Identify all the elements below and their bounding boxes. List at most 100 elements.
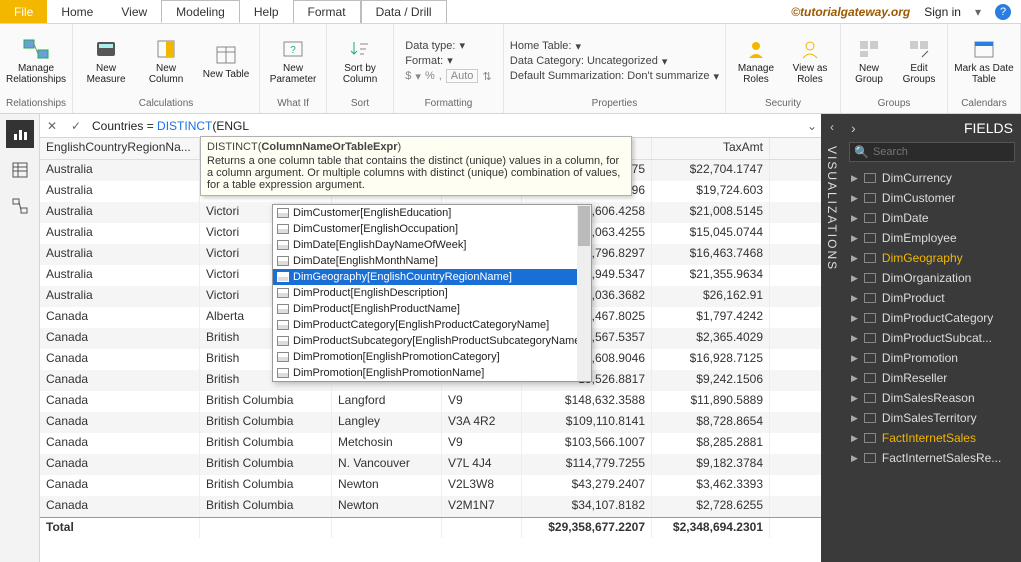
intellisense-item[interactable]: DimProduct[EnglishDescription]	[273, 285, 591, 301]
table-row[interactable]: CanadaBritish ColumbiaLangfordV9$148,632…	[40, 391, 821, 412]
field-item[interactable]: ▶DimSalesTerritory	[843, 408, 1021, 428]
roles-icon	[742, 37, 770, 61]
table-icon	[864, 453, 876, 463]
expand-icon: ▶	[851, 353, 858, 364]
field-item[interactable]: ▶DimCurrency	[843, 168, 1021, 188]
view-as-roles-button[interactable]: View as Roles	[786, 37, 834, 85]
fields-search[interactable]: 🔍	[849, 142, 1015, 162]
dropdown-icon[interactable]: ▾	[713, 70, 719, 83]
intellisense-item[interactable]: DimProductCategory[EnglishProductCategor…	[273, 317, 591, 333]
table-row[interactable]: CanadaBritish ColumbiaN. VancouverV7L 4J…	[40, 454, 821, 475]
tab-help[interactable]: Help	[240, 0, 293, 23]
scrollbar[interactable]	[577, 205, 591, 381]
intellisense-item[interactable]: DimProduct[EnglishProductName]	[273, 301, 591, 317]
sort-by-column-button[interactable]: Sort by Column	[333, 37, 387, 85]
field-item[interactable]: ▶DimSalesReason	[843, 388, 1021, 408]
table-icon	[864, 353, 876, 363]
file-menu[interactable]: File	[0, 0, 47, 23]
field-label: DimProductCategory	[882, 311, 993, 325]
field-item[interactable]: ▶DimOrganization	[843, 268, 1021, 288]
table-row[interactable]: CanadaBritish ColumbiaNewtonV2L3W8$43,27…	[40, 475, 821, 496]
intellisense-list[interactable]: DimCustomer[EnglishEducation]DimCustomer…	[272, 204, 592, 382]
field-item[interactable]: ▶DimReseller	[843, 368, 1021, 388]
dropdown-icon[interactable]: ▾	[975, 5, 981, 19]
field-item[interactable]: ▶DimCustomer	[843, 188, 1021, 208]
viz-label: VISUALIZATIONS	[825, 146, 839, 271]
collapse-fields-icon[interactable]: ›	[851, 120, 856, 136]
field-item[interactable]: ▶DimPromotion	[843, 348, 1021, 368]
field-item[interactable]: ▶FactInternetSales	[843, 428, 1021, 448]
new-parameter-button[interactable]: ? New Parameter	[266, 37, 320, 85]
model-view-button[interactable]	[6, 192, 34, 220]
expand-viz-icon[interactable]: ‹	[830, 114, 834, 140]
table-cell: Canada	[40, 328, 200, 349]
formula-input[interactable]: Countries = DISTINCT(ENGL	[92, 119, 799, 133]
expand-icon: ▶	[851, 213, 858, 224]
visualizations-pane[interactable]: ‹ VISUALIZATIONS	[821, 114, 843, 562]
field-item[interactable]: ▶DimProductCategory	[843, 308, 1021, 328]
table-cell: $109,110.8141	[522, 412, 652, 433]
intellisense-item[interactable]: DimProductSubcategory[EnglishProductSubc…	[273, 333, 591, 349]
intellisense-item[interactable]: DimDate[EnglishDayNameOfWeek]	[273, 237, 591, 253]
relationships-icon	[22, 37, 50, 61]
new-group-button[interactable]: New Group	[847, 37, 891, 85]
sign-in-link[interactable]: Sign in	[924, 5, 961, 19]
dropdown-icon[interactable]: ▾	[447, 54, 453, 67]
formula-expand-icon[interactable]: ⌄	[807, 119, 817, 133]
intellisense-item[interactable]: DimCustomer[EnglishOccupation]	[273, 221, 591, 237]
table-cell: British Columbia	[200, 454, 332, 475]
comma-button[interactable]: ,	[439, 70, 442, 82]
mark-date-table-button[interactable]: Mark as Date Table	[954, 37, 1014, 85]
decimals-input[interactable]: Auto	[446, 69, 479, 83]
table-row[interactable]: CanadaBritish ColumbiaMetchosinV9$103,56…	[40, 433, 821, 454]
tab-view[interactable]: View	[107, 0, 161, 23]
table-cell: $8,285.2881	[652, 433, 770, 454]
new-column-button[interactable]: New Column	[139, 37, 193, 85]
column-icon	[277, 368, 289, 378]
tab-format[interactable]: Format	[293, 0, 361, 23]
currency-button[interactable]: $	[405, 70, 411, 82]
commit-formula-icon[interactable]: ✓	[68, 119, 84, 133]
cancel-formula-icon[interactable]: ✕	[44, 119, 60, 133]
field-item[interactable]: ▶FactInternetSalesRe...	[843, 448, 1021, 468]
help-icon[interactable]: ?	[995, 4, 1011, 20]
group-calendars: Mark as Date Table Calendars	[948, 24, 1021, 113]
percent-button[interactable]: %	[425, 70, 435, 82]
col-header[interactable]: TaxAmt	[652, 138, 770, 159]
field-item[interactable]: ▶DimProduct	[843, 288, 1021, 308]
column-icon	[277, 352, 289, 362]
dropdown-icon[interactable]: ▾	[459, 39, 465, 52]
search-input[interactable]	[873, 146, 1015, 158]
report-view-button[interactable]	[6, 120, 34, 148]
intellisense-item[interactable]: DimDate[EnglishMonthName]	[273, 253, 591, 269]
dropdown-icon[interactable]: ▾	[662, 55, 668, 68]
table-cell: Newton	[332, 496, 442, 517]
field-item[interactable]: ▶DimGeography	[843, 248, 1021, 268]
field-item[interactable]: ▶DimDate	[843, 208, 1021, 228]
manage-relationships-button[interactable]: Manage Relationships	[9, 37, 63, 85]
intellisense-item[interactable]: DimPromotion[EnglishPromotionName]	[273, 365, 591, 381]
new-measure-button[interactable]: New Measure	[79, 37, 133, 85]
field-label: DimProduct	[882, 291, 945, 305]
intellisense-item[interactable]: DimPromotion[EnglishPromotionCategory]	[273, 349, 591, 365]
manage-roles-button[interactable]: Manage Roles	[732, 37, 780, 85]
intellisense-item[interactable]: DimCustomer[EnglishEducation]	[273, 205, 591, 221]
col-header[interactable]: EnglishCountryRegionNa...	[40, 138, 200, 159]
edit-groups-button[interactable]: Edit Groups	[897, 37, 941, 85]
table-cell: Australia	[40, 202, 200, 223]
tab-modeling[interactable]: Modeling	[161, 0, 240, 23]
scrollbar-thumb[interactable]	[578, 206, 590, 246]
tab-data-drill[interactable]: Data / Drill	[361, 0, 447, 23]
expand-icon: ▶	[851, 373, 858, 384]
dropdown-icon[interactable]: ▾	[575, 40, 581, 53]
tab-home[interactable]: Home	[47, 0, 107, 23]
table-row[interactable]: CanadaBritish ColumbiaNewtonV2M1N7$34,10…	[40, 496, 821, 517]
data-view-button[interactable]	[6, 156, 34, 184]
parameter-icon: ?	[279, 37, 307, 61]
search-icon: 🔍	[854, 145, 869, 159]
table-row[interactable]: CanadaBritish ColumbiaLangleyV3A 4R2$109…	[40, 412, 821, 433]
field-item[interactable]: ▶DimEmployee	[843, 228, 1021, 248]
new-table-button[interactable]: New Table	[199, 43, 253, 80]
intellisense-item[interactable]: DimGeography[EnglishCountryRegionName]	[273, 269, 591, 285]
field-item[interactable]: ▶DimProductSubcat...	[843, 328, 1021, 348]
